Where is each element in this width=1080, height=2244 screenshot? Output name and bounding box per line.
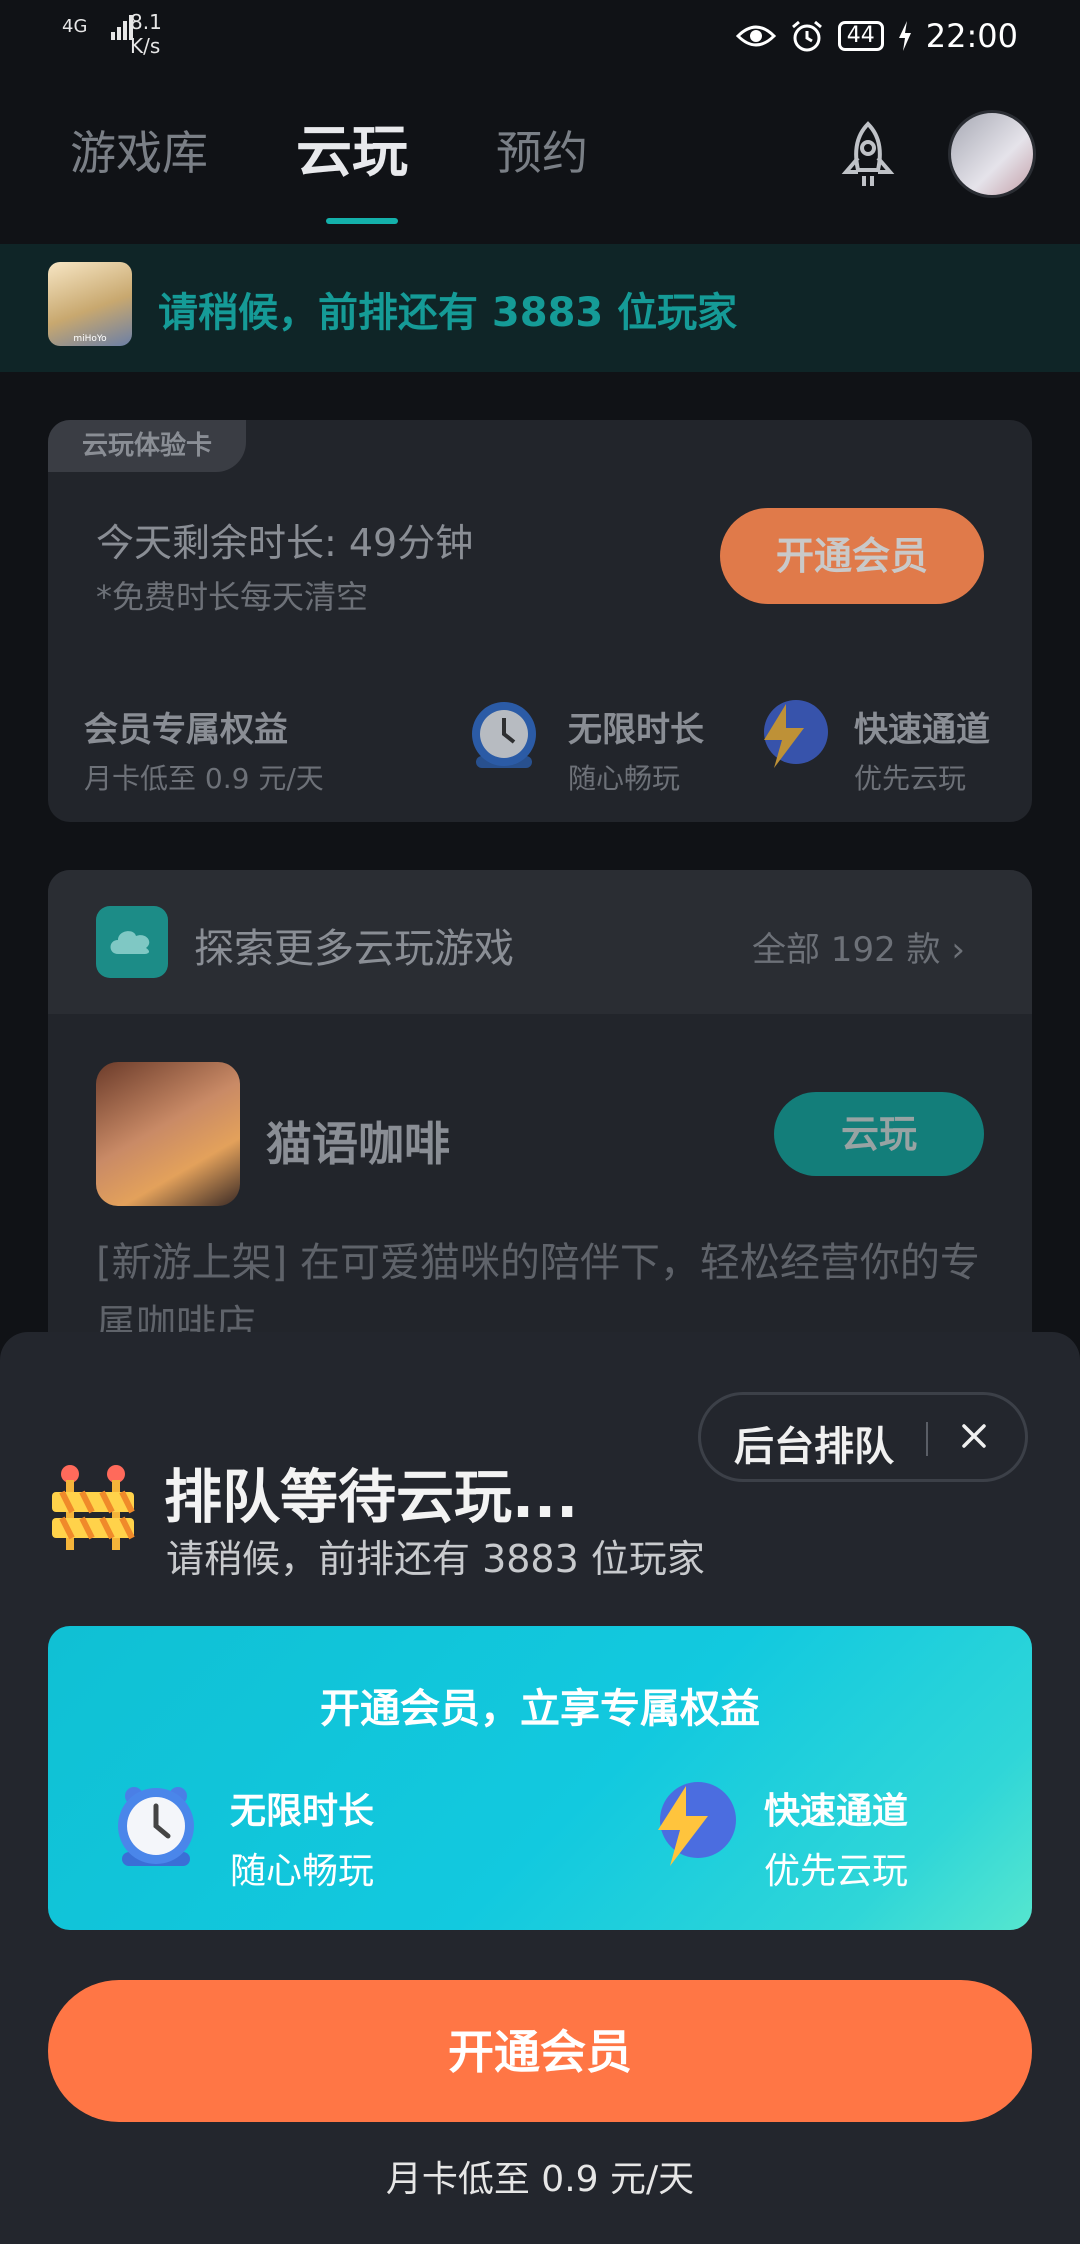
signal-icon (111, 15, 134, 40)
cloud-icon (96, 906, 168, 978)
perk-member-benefits: 会员专属权益 月卡低至 0.9 元/天 (84, 710, 324, 795)
background-queue-button[interactable]: 后台排队 (734, 1414, 894, 1472)
network-type: 4G (62, 16, 88, 37)
close-icon[interactable] (954, 1416, 994, 1456)
game-name: 猫语咖啡 (266, 1117, 450, 1171)
status-bar: 4G 8.1 K/s 44 22:00 (0, 0, 1080, 76)
free-time-note: *免费时长每天清空 (96, 578, 369, 616)
avatar-caption: miHoYo (73, 334, 107, 344)
open-vip-button-small[interactable]: 开通会员 (720, 508, 984, 604)
eye-icon (735, 25, 776, 47)
promo-perk-fast-lane: 快速通道 优先云玩 (764, 1791, 909, 1892)
pill-divider (926, 1422, 928, 1456)
price-note: 月卡低至 0.9 元/天 (385, 2159, 695, 2200)
perk-fast-lane: 快速通道 优先云玩 (854, 710, 990, 795)
clock-icon (472, 702, 536, 768)
queue-status-text: 请稍候，前排还有 3883 位玩家 (158, 290, 738, 336)
network-speed: 8.1 K/s (130, 10, 162, 58)
remaining-time: 今天剩余时长: 49分钟 (96, 521, 474, 565)
sheet-subtitle: 请稍候，前排还有 3883 位玩家 (166, 1537, 705, 1581)
explore-all-link[interactable]: 全部 192 款 › (752, 922, 965, 971)
explore-title: 探索更多云玩游戏 (194, 926, 514, 972)
alarm-icon (791, 20, 822, 52)
tab-cloud-play[interactable]: 云玩 (296, 120, 408, 186)
cloud-play-button[interactable]: 云玩 (774, 1092, 984, 1176)
top-tabs: 游戏库 云玩 预约 (70, 120, 588, 186)
rocket-icon[interactable] (830, 118, 906, 194)
tab-game-library[interactable]: 游戏库 (70, 120, 208, 186)
network-indicator: 4G (62, 14, 134, 40)
lightning-icon (764, 700, 828, 768)
perk-unlimited-time: 无限时长 随心畅玩 (568, 710, 704, 795)
open-vip-button[interactable]: 开通会员 (48, 1980, 1032, 2122)
user-avatar[interactable] (948, 110, 1036, 198)
charging-icon (898, 21, 911, 51)
chevron-right-icon: › (951, 930, 965, 970)
clock-icon (118, 1787, 194, 1866)
active-tab-indicator (326, 218, 398, 224)
status-icons: 44 22:00 (735, 12, 1018, 60)
clock-time: 22:00 (925, 17, 1018, 55)
game-avatar: miHoYo (48, 262, 132, 346)
barrier-icon (52, 1465, 135, 1550)
trial-card-tag: 云玩体验卡 (48, 420, 246, 472)
tab-reservation[interactable]: 预约 (496, 120, 588, 186)
sheet-title: 排队等待云玩... (164, 1463, 579, 1531)
lightning-icon (658, 1782, 736, 1866)
battery-indicator: 44 (837, 21, 884, 51)
game-thumbnail[interactable] (96, 1062, 240, 1206)
promo-title: 开通会员，立享专属权益 (320, 1686, 760, 1732)
promo-perk-unlimited: 无限时长 随心畅玩 (230, 1791, 375, 1892)
